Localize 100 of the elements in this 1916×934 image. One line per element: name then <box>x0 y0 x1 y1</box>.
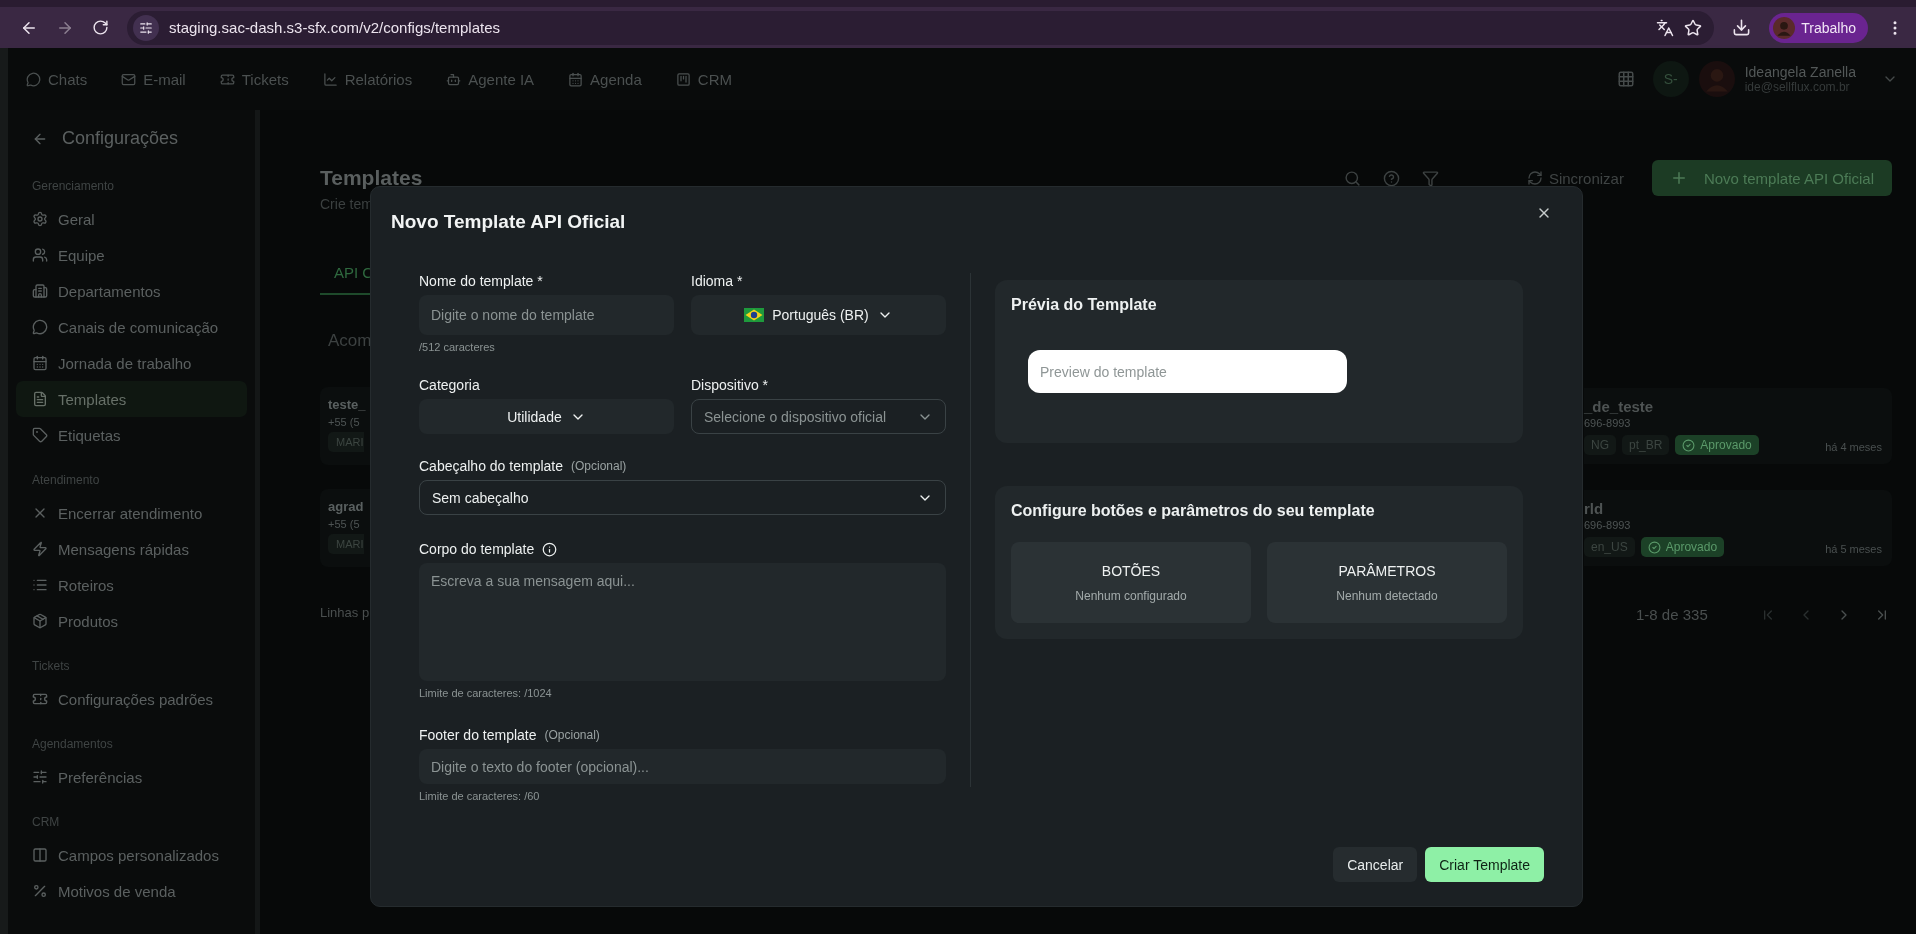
nav-item[interactable]: E-mail <box>121 70 186 88</box>
new-template-button[interactable]: Novo template API Oficial <box>1651 160 1892 196</box>
field-label: Cabeçalho do template <box>419 458 563 474</box>
calendar-icon <box>568 71 584 87</box>
nav-item[interactable]: Tickets <box>219 70 289 88</box>
nav-item[interactable]: Relatórios <box>322 70 413 88</box>
hint-text: /512 caracteres <box>419 341 496 353</box>
pagination-text: 1-8 de 335 <box>1636 606 1708 623</box>
help-button[interactable] <box>1382 169 1400 187</box>
hint-text: Limite de caracteres: /60 <box>419 790 541 802</box>
status-badge: Aprovado <box>1675 435 1759 455</box>
check-icon <box>1682 438 1696 452</box>
translate-button[interactable] <box>1656 18 1675 37</box>
sidebar-item[interactable]: Departamentos <box>16 273 247 309</box>
refresh-icon <box>1526 170 1543 186</box>
card-title: rld <box>1584 500 1605 517</box>
search-button[interactable] <box>1343 169 1361 187</box>
status-badge: Aprovado <box>1640 537 1725 557</box>
sidebar-item[interactable]: Mensagens rápidas <box>16 531 247 567</box>
sidebar-item[interactable]: Produtos <box>16 603 247 639</box>
address-bar[interactable]: staging.sac-dash.s3-sfx.com/v2/configs/templates <box>127 10 1715 45</box>
sidebar-item[interactable]: Motivos de venda <box>16 873 247 909</box>
category-select[interactable]: Utilidade <box>419 399 674 434</box>
sidebar-item[interactable]: Roteiros <box>16 567 247 603</box>
message-textarea[interactable]: Escreva a sua mensagem aqui... <box>419 563 946 681</box>
phone-number: 696-8993 <box>1584 417 1632 429</box>
sliders-icon <box>139 20 153 35</box>
card-title: teste_ <box>328 397 367 412</box>
sidebar-item[interactable]: Geral <box>16 201 247 237</box>
sync-button[interactable]: Sincronizar <box>1520 168 1630 188</box>
nav-item[interactable]: Agenda <box>568 70 642 88</box>
settings-icon <box>32 211 48 227</box>
device-select[interactable]: Selecione o dispositivo oficial <box>691 399 946 434</box>
building-icon <box>32 283 48 299</box>
document-icon <box>32 391 48 407</box>
sidebar-item[interactable]: Templates <box>16 381 247 417</box>
dialog-title: Novo Template API Oficial <box>391 211 627 233</box>
sidebar-item[interactable]: Encerrar atendimento <box>16 495 247 531</box>
calendar-icon <box>32 355 48 371</box>
phone-number: 696-8993 <box>1584 519 1632 531</box>
chart-icon <box>322 71 338 87</box>
section-heading: Atendimento <box>31 473 101 489</box>
hint-text: Limite de caracteres: /1024 <box>419 687 553 699</box>
sidebar-item[interactable]: Etiquetas <box>16 417 247 453</box>
kanban-icon <box>675 71 691 87</box>
nav-item[interactable]: Agente IA <box>446 70 535 88</box>
input-field[interactable]: Digite o texto do footer (opcional)... <box>419 749 946 784</box>
bookmark-button[interactable] <box>1684 18 1703 37</box>
ticket-icon <box>219 71 235 87</box>
box-icon <box>32 613 48 629</box>
mail-icon <box>121 71 137 87</box>
header-select[interactable]: Sem cabeçalho <box>419 480 946 515</box>
info-icon[interactable] <box>542 541 558 557</box>
list-icon <box>32 577 48 593</box>
input-field[interactable]: Digite o nome do template <box>419 295 674 335</box>
language-select[interactable]: Português (BR) <box>691 295 946 335</box>
sidebar-item[interactable]: Canais de comunicação <box>16 309 247 345</box>
field-label: Categoria <box>419 377 481 393</box>
field-label: Dispositivo * <box>691 377 770 393</box>
section-heading: Gerenciamento <box>31 179 116 195</box>
sidebar-item[interactable]: Configurações padrões <box>16 681 247 717</box>
ticket-icon <box>32 691 48 707</box>
timestamp: há 4 meses <box>1825 441 1882 453</box>
field-label: Corpo do template <box>419 541 535 557</box>
nav-item[interactable]: CRM <box>675 70 732 88</box>
filter-button[interactable] <box>1421 169 1439 187</box>
sidebar-title: Configurações <box>62 128 179 149</box>
field-label: Footer do template <box>419 727 537 743</box>
users-icon <box>32 247 48 263</box>
sliders-icon <box>32 769 48 785</box>
tag-icon <box>32 427 48 443</box>
create-button[interactable]: Criar Template <box>1425 847 1544 882</box>
check-icon <box>1647 540 1661 554</box>
page-title: Templates <box>320 166 423 190</box>
url-text: staging.sac-dash.s3-sfx.com/v2/configs/templates <box>169 19 501 36</box>
panel-title: Prévia do Template <box>1011 296 1158 314</box>
apps-grid-button[interactable] <box>1616 70 1635 88</box>
timestamp: há 5 meses <box>1825 543 1882 555</box>
card-title: agrad <box>328 499 365 514</box>
download-button[interactable] <box>1732 18 1752 37</box>
rows-per-page-label: Linhas p <box>320 605 370 620</box>
chat-bubble-icon <box>26 71 41 87</box>
nav-item[interactable]: Chats <box>26 70 88 88</box>
filter-label: Acom <box>328 331 370 351</box>
sidebar-item[interactable]: Preferências <box>16 759 247 795</box>
percent-icon <box>32 883 48 899</box>
avatar-icon <box>1698 61 1735 97</box>
cancel-button[interactable]: Cancelar <box>1333 847 1418 882</box>
sidebar-item[interactable]: Jornada de trabalho <box>16 345 247 381</box>
sidebar-item[interactable]: Campos personalizados <box>16 837 247 873</box>
field-label: Idioma * <box>691 273 744 289</box>
sidebar-item[interactable]: Equipe <box>16 237 247 273</box>
workspace-avatar[interactable]: S- <box>1652 61 1689 97</box>
lightning-icon <box>32 541 48 557</box>
profile-button[interactable]: Trabalho <box>1769 12 1868 43</box>
section-heading: Agendamentos <box>31 737 114 753</box>
site-settings-button[interactable] <box>133 14 159 41</box>
tile-title: PARÂMETROS <box>1338 562 1436 579</box>
reload-button[interactable] <box>92 19 109 36</box>
panel-title: Configure botões e parâmetros do seu template <box>1011 502 1376 520</box>
